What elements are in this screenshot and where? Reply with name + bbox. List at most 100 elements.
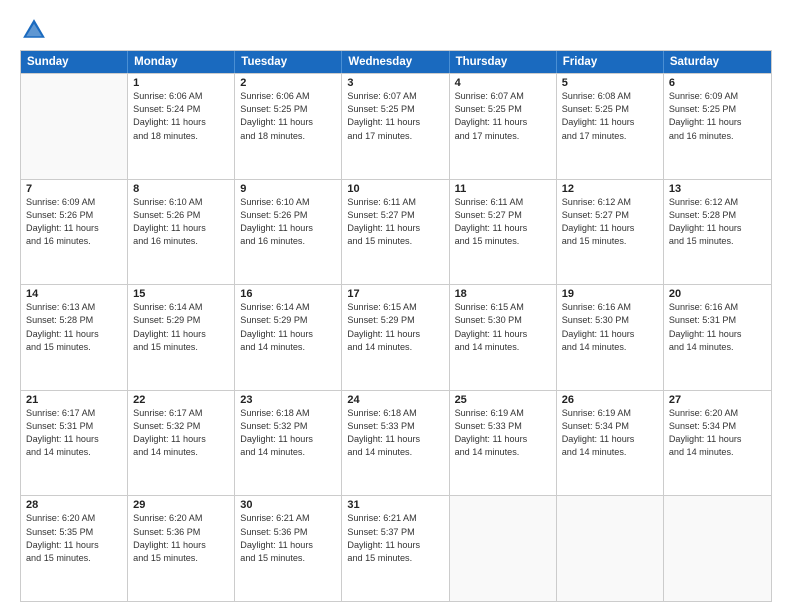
day-number: 26 [562,394,658,406]
calendar: SundayMondayTuesdayWednesdayThursdayFrid… [20,50,772,602]
weekday-header: Sunday [21,51,128,73]
calendar-cell: 12Sunrise: 6:12 AM Sunset: 5:27 PM Dayli… [557,180,664,285]
day-number: 19 [562,288,658,300]
calendar-cell: 18Sunrise: 6:15 AM Sunset: 5:30 PM Dayli… [450,285,557,390]
day-info: Sunrise: 6:20 AM Sunset: 5:34 PM Dayligh… [669,407,766,460]
day-number: 13 [669,183,766,195]
day-number: 29 [133,499,229,511]
day-info: Sunrise: 6:07 AM Sunset: 5:25 PM Dayligh… [347,90,443,143]
calendar-cell: 23Sunrise: 6:18 AM Sunset: 5:32 PM Dayli… [235,391,342,496]
day-number: 7 [26,183,122,195]
calendar-cell: 24Sunrise: 6:18 AM Sunset: 5:33 PM Dayli… [342,391,449,496]
calendar-cell: 4Sunrise: 6:07 AM Sunset: 5:25 PM Daylig… [450,74,557,179]
weekday-header: Tuesday [235,51,342,73]
day-number: 8 [133,183,229,195]
day-info: Sunrise: 6:16 AM Sunset: 5:30 PM Dayligh… [562,301,658,354]
calendar-cell: 22Sunrise: 6:17 AM Sunset: 5:32 PM Dayli… [128,391,235,496]
day-info: Sunrise: 6:16 AM Sunset: 5:31 PM Dayligh… [669,301,766,354]
calendar-cell: 26Sunrise: 6:19 AM Sunset: 5:34 PM Dayli… [557,391,664,496]
calendar-row: 7Sunrise: 6:09 AM Sunset: 5:26 PM Daylig… [21,179,771,285]
weekday-header: Wednesday [342,51,449,73]
day-info: Sunrise: 6:19 AM Sunset: 5:33 PM Dayligh… [455,407,551,460]
calendar-cell: 8Sunrise: 6:10 AM Sunset: 5:26 PM Daylig… [128,180,235,285]
day-info: Sunrise: 6:10 AM Sunset: 5:26 PM Dayligh… [133,196,229,249]
day-info: Sunrise: 6:11 AM Sunset: 5:27 PM Dayligh… [455,196,551,249]
weekday-header: Saturday [664,51,771,73]
calendar-cell: 13Sunrise: 6:12 AM Sunset: 5:28 PM Dayli… [664,180,771,285]
calendar-cell: 9Sunrise: 6:10 AM Sunset: 5:26 PM Daylig… [235,180,342,285]
calendar-cell: 31Sunrise: 6:21 AM Sunset: 5:37 PM Dayli… [342,496,449,601]
day-number: 30 [240,499,336,511]
page: SundayMondayTuesdayWednesdayThursdayFrid… [0,0,792,612]
day-info: Sunrise: 6:21 AM Sunset: 5:37 PM Dayligh… [347,512,443,565]
day-number: 18 [455,288,551,300]
day-number: 9 [240,183,336,195]
day-number: 6 [669,77,766,89]
calendar-cell: 19Sunrise: 6:16 AM Sunset: 5:30 PM Dayli… [557,285,664,390]
day-number: 21 [26,394,122,406]
day-info: Sunrise: 6:17 AM Sunset: 5:32 PM Dayligh… [133,407,229,460]
day-info: Sunrise: 6:11 AM Sunset: 5:27 PM Dayligh… [347,196,443,249]
day-info: Sunrise: 6:12 AM Sunset: 5:27 PM Dayligh… [562,196,658,249]
calendar-header: SundayMondayTuesdayWednesdayThursdayFrid… [21,51,771,73]
day-info: Sunrise: 6:17 AM Sunset: 5:31 PM Dayligh… [26,407,122,460]
day-info: Sunrise: 6:06 AM Sunset: 5:25 PM Dayligh… [240,90,336,143]
day-number: 17 [347,288,443,300]
day-info: Sunrise: 6:20 AM Sunset: 5:35 PM Dayligh… [26,512,122,565]
calendar-cell: 28Sunrise: 6:20 AM Sunset: 5:35 PM Dayli… [21,496,128,601]
day-number: 1 [133,77,229,89]
calendar-cell: 3Sunrise: 6:07 AM Sunset: 5:25 PM Daylig… [342,74,449,179]
day-info: Sunrise: 6:19 AM Sunset: 5:34 PM Dayligh… [562,407,658,460]
day-number: 12 [562,183,658,195]
day-number: 24 [347,394,443,406]
day-number: 28 [26,499,122,511]
calendar-cell: 7Sunrise: 6:09 AM Sunset: 5:26 PM Daylig… [21,180,128,285]
calendar-cell [557,496,664,601]
day-number: 23 [240,394,336,406]
day-number: 3 [347,77,443,89]
calendar-cell: 16Sunrise: 6:14 AM Sunset: 5:29 PM Dayli… [235,285,342,390]
calendar-cell: 5Sunrise: 6:08 AM Sunset: 5:25 PM Daylig… [557,74,664,179]
day-info: Sunrise: 6:09 AM Sunset: 5:25 PM Dayligh… [669,90,766,143]
calendar-cell: 20Sunrise: 6:16 AM Sunset: 5:31 PM Dayli… [664,285,771,390]
day-info: Sunrise: 6:07 AM Sunset: 5:25 PM Dayligh… [455,90,551,143]
day-number: 14 [26,288,122,300]
day-info: Sunrise: 6:15 AM Sunset: 5:30 PM Dayligh… [455,301,551,354]
calendar-row: 1Sunrise: 6:06 AM Sunset: 5:24 PM Daylig… [21,73,771,179]
day-info: Sunrise: 6:15 AM Sunset: 5:29 PM Dayligh… [347,301,443,354]
day-info: Sunrise: 6:14 AM Sunset: 5:29 PM Dayligh… [133,301,229,354]
calendar-cell: 14Sunrise: 6:13 AM Sunset: 5:28 PM Dayli… [21,285,128,390]
calendar-row: 28Sunrise: 6:20 AM Sunset: 5:35 PM Dayli… [21,495,771,601]
day-number: 11 [455,183,551,195]
day-info: Sunrise: 6:13 AM Sunset: 5:28 PM Dayligh… [26,301,122,354]
day-info: Sunrise: 6:08 AM Sunset: 5:25 PM Dayligh… [562,90,658,143]
day-info: Sunrise: 6:18 AM Sunset: 5:33 PM Dayligh… [347,407,443,460]
day-number: 5 [562,77,658,89]
day-number: 4 [455,77,551,89]
calendar-cell: 6Sunrise: 6:09 AM Sunset: 5:25 PM Daylig… [664,74,771,179]
day-info: Sunrise: 6:18 AM Sunset: 5:32 PM Dayligh… [240,407,336,460]
day-number: 10 [347,183,443,195]
calendar-cell [664,496,771,601]
day-number: 15 [133,288,229,300]
day-info: Sunrise: 6:06 AM Sunset: 5:24 PM Dayligh… [133,90,229,143]
calendar-cell [21,74,128,179]
day-number: 25 [455,394,551,406]
calendar-cell: 21Sunrise: 6:17 AM Sunset: 5:31 PM Dayli… [21,391,128,496]
day-info: Sunrise: 6:12 AM Sunset: 5:28 PM Dayligh… [669,196,766,249]
calendar-cell [450,496,557,601]
day-info: Sunrise: 6:21 AM Sunset: 5:36 PM Dayligh… [240,512,336,565]
day-number: 2 [240,77,336,89]
day-number: 22 [133,394,229,406]
calendar-cell: 10Sunrise: 6:11 AM Sunset: 5:27 PM Dayli… [342,180,449,285]
logo [20,16,52,44]
day-info: Sunrise: 6:20 AM Sunset: 5:36 PM Dayligh… [133,512,229,565]
calendar-cell: 30Sunrise: 6:21 AM Sunset: 5:36 PM Dayli… [235,496,342,601]
weekday-header: Thursday [450,51,557,73]
weekday-header: Friday [557,51,664,73]
weekday-header: Monday [128,51,235,73]
day-number: 31 [347,499,443,511]
day-info: Sunrise: 6:10 AM Sunset: 5:26 PM Dayligh… [240,196,336,249]
day-number: 20 [669,288,766,300]
logo-icon [20,16,48,44]
